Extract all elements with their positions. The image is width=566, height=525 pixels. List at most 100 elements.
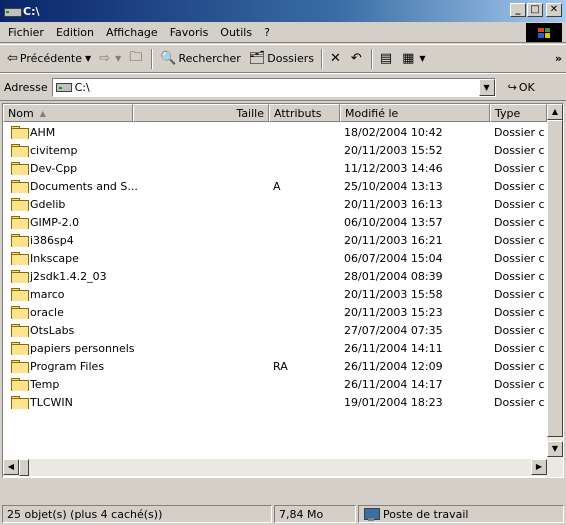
chevron-down-icon[interactable]: ▼	[85, 54, 91, 63]
menu-edition[interactable]: Edition	[50, 26, 100, 39]
file-modified: 18/02/2004 10:42	[344, 125, 443, 139]
column-type[interactable]: Type	[490, 104, 547, 122]
file-row[interactable]: i386sp4 20/11/2003 16:21 Dossier c	[3, 231, 548, 249]
scroll-left-button[interactable]: ◀	[3, 459, 19, 475]
file-row[interactable]: OtsLabs 27/07/2004 07:35 Dossier c	[3, 321, 548, 339]
file-type: Dossier c	[494, 143, 545, 157]
file-name: TLCWIN	[30, 395, 73, 409]
file-row[interactable]: Gdelib 20/11/2003 16:13 Dossier c	[3, 195, 548, 213]
file-modified: 19/01/2004 18:23	[344, 395, 443, 409]
maximize-button[interactable]: □	[527, 3, 543, 17]
file-name: Dev-Cpp	[30, 161, 78, 175]
forward-button[interactable]: ⇨ ▼	[96, 48, 124, 70]
status-bar: 25 objet(s) (plus 4 caché(s)) 7,84 Mo Po…	[0, 503, 566, 525]
file-name-cell: oracle	[3, 305, 269, 319]
column-modified[interactable]: Modifié le	[340, 104, 490, 122]
windows-logo-icon	[526, 23, 562, 42]
horizontal-scrollbar[interactable]: ◀ ▶	[3, 459, 547, 476]
file-type: Dossier c	[494, 341, 545, 355]
minimize-button[interactable]: _	[510, 3, 526, 17]
file-type: Dossier c	[494, 251, 545, 265]
file-row[interactable]: civitemp 20/11/2003 15:52 Dossier c	[3, 141, 548, 159]
chevron-down-icon[interactable]: ▼	[115, 54, 121, 63]
file-row[interactable]: marco 20/11/2003 15:58 Dossier c	[3, 285, 548, 303]
folders-button[interactable]: 🗂 Dossiers	[246, 48, 317, 70]
file-row[interactable]: Temp 26/11/2004 14:17 Dossier c	[3, 375, 548, 393]
file-modified: 25/10/2004 13:13	[344, 179, 443, 193]
scroll-up-button[interactable]: ▲	[547, 104, 563, 120]
column-header: Nom ▲ Taille Attributs Modifié le Type	[3, 104, 547, 122]
file-name-cell: Temp	[3, 377, 269, 391]
forward-arrow-icon: ⇨	[99, 51, 111, 66]
file-list[interactable]: Nom ▲ Taille Attributs Modifié le Type A…	[2, 103, 564, 478]
file-modified: 06/07/2004 15:04	[344, 251, 443, 265]
close-button[interactable]: ✕	[546, 3, 562, 17]
file-row[interactable]: Inkscape 06/07/2004 15:04 Dossier c	[3, 249, 548, 267]
folder-icon	[11, 179, 29, 193]
views-button[interactable]: ▦ ▼	[399, 48, 428, 70]
file-row[interactable]: Documents and S... A 25/10/2004 13:13 Dossi…	[3, 177, 548, 195]
delete-icon: ✕	[330, 51, 341, 66]
go-button[interactable]: ↪ OK	[508, 81, 535, 94]
search-button[interactable]: 🔍 Rechercher	[157, 48, 243, 70]
back-button[interactable]: ⇦ Précédente ▼	[4, 48, 94, 70]
file-row[interactable]: AHM 18/02/2004 10:42 Dossier c	[3, 123, 548, 141]
file-type: Dossier c	[494, 287, 545, 301]
file-row[interactable]: papiers personnels 26/11/2004 14:11 Dossie…	[3, 339, 548, 357]
file-row[interactable]: oracle 20/11/2003 15:23 Dossier c	[3, 303, 548, 321]
file-name: Gdelib	[30, 197, 66, 211]
file-modified: 27/07/2004 07:35	[344, 323, 443, 337]
file-modified: 26/11/2004 12:09	[344, 359, 443, 373]
folder-icon	[11, 251, 29, 265]
folder-icon	[11, 233, 29, 247]
folder-icon	[11, 395, 29, 409]
file-type: Dossier c	[494, 395, 545, 409]
toolbar-overflow-chevron[interactable]: »	[555, 52, 562, 65]
folders-label: Dossiers	[267, 52, 314, 65]
address-bar: Adresse C:\ ▼ ↪ OK	[0, 73, 566, 101]
title-bar[interactable]: C:\ _ □ ✕	[0, 0, 566, 22]
file-row[interactable]: GIMP-2.0 06/10/2004 13:57 Dossier c	[3, 213, 548, 231]
move-to-button[interactable]: ▤	[377, 48, 397, 70]
file-row[interactable]: TLCWIN 19/01/2004 18:23 Dossier c	[3, 393, 548, 411]
menu-affichage[interactable]: Affichage	[100, 26, 164, 39]
address-dropdown-button[interactable]: ▼	[478, 78, 495, 96]
column-name[interactable]: Nom ▲	[3, 104, 133, 122]
views-icon: ▦	[402, 51, 415, 66]
vertical-scroll-thumb[interactable]	[547, 120, 563, 437]
vertical-scrollbar[interactable]: ▲ ▼	[547, 104, 563, 477]
menu-fichier[interactable]: Fichier	[0, 26, 50, 39]
file-name-cell: papiers personnels	[3, 341, 269, 355]
horizontal-scroll-thumb[interactable]	[19, 459, 29, 476]
folder-icon	[11, 305, 29, 319]
menu-outils[interactable]: Outils	[214, 26, 258, 39]
file-type: Dossier c	[494, 197, 545, 211]
up-folder-button[interactable]: 🗀	[126, 48, 147, 70]
computer-icon	[363, 507, 380, 521]
file-name-cell: OtsLabs	[3, 323, 269, 337]
undo-button[interactable]: ↶	[348, 48, 367, 70]
file-modified: 28/01/2004 08:39	[344, 269, 443, 283]
scroll-right-button[interactable]: ▶	[531, 459, 547, 475]
column-attributes[interactable]: Attributs	[269, 104, 340, 122]
file-row[interactable]: Dev-Cpp 11/12/2003 14:46 Dossier c	[3, 159, 548, 177]
go-label: OK	[518, 80, 535, 94]
file-name-cell: i386sp4	[3, 233, 269, 247]
file-row[interactable]: j2sdk1.4.2_03 28/01/2004 08:39 Dossier c	[3, 267, 548, 285]
file-name: papiers personnels	[30, 341, 135, 355]
file-type: Dossier c	[494, 161, 545, 175]
column-size[interactable]: Taille	[133, 104, 269, 122]
toolbar-separator	[321, 48, 323, 69]
file-row[interactable]: Program Files RA 26/11/2004 12:09 Dossier c	[3, 357, 548, 375]
file-modified: 26/11/2004 14:11	[344, 341, 443, 355]
scroll-down-button[interactable]: ▼	[547, 441, 563, 457]
file-modified: 06/10/2004 13:57	[344, 215, 443, 229]
address-field[interactable]: C:\ ▼	[51, 77, 496, 97]
menu-help[interactable]: ?	[258, 26, 276, 39]
window-title: C:\	[23, 4, 40, 18]
back-arrow-icon: ⇦	[7, 51, 18, 66]
menu-favoris[interactable]: Favoris	[164, 26, 215, 39]
file-modified: 26/11/2004 14:17	[344, 377, 443, 391]
delete-button[interactable]: ✕	[327, 48, 346, 70]
file-modified: 20/11/2003 15:58	[344, 287, 443, 301]
